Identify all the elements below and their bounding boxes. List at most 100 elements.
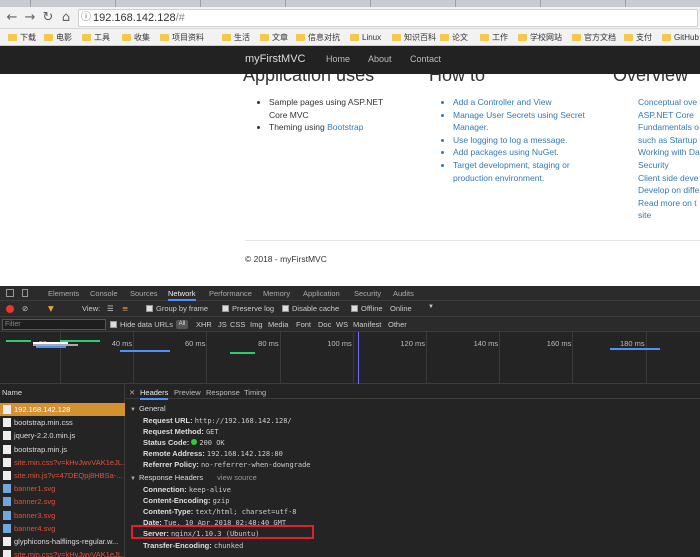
bootstrap-link[interactable]: Bootstrap — [327, 122, 363, 132]
chevron-down-icon[interactable]: ▼ — [428, 304, 434, 310]
browser-tab[interactable] — [540, 0, 541, 7]
url-input[interactable]: ⓘ 192.168.142.128/# — [78, 9, 698, 27]
group-by-frame-checkbox[interactable]: Group by frame — [146, 304, 208, 313]
tab-sources[interactable]: Sources — [130, 289, 158, 298]
browser-tab[interactable] — [30, 0, 31, 7]
list-view-icon[interactable]: ☰ — [107, 304, 114, 313]
bookmark-folder[interactable]: 项目资料 — [160, 29, 204, 45]
request-row[interactable]: banner4.svg — [0, 522, 125, 535]
record-icon[interactable] — [6, 305, 14, 313]
filter-type-other[interactable]: Other — [388, 320, 407, 329]
waterfall-icon[interactable]: ≡ — [122, 304, 128, 313]
request-row[interactable]: site.min.js?v=47DEQpj8HBSa-... — [0, 469, 125, 482]
bookmark-folder[interactable]: 下载 — [8, 29, 36, 45]
bookmark-folder[interactable]: 工作 — [480, 29, 508, 45]
back-icon[interactable]: ← — [4, 10, 20, 26]
request-row[interactable]: banner1.svg — [0, 482, 125, 495]
bookmark-folder[interactable]: 支付 — [624, 29, 652, 45]
request-row[interactable]: site.min.css?v=kHvJwvVAK1eJL... — [0, 456, 125, 469]
disable-cache-checkbox[interactable]: Disable cache — [282, 304, 339, 313]
tab-headers[interactable]: Headers — [140, 388, 169, 400]
tab-security[interactable]: Security — [354, 289, 381, 298]
request-row[interactable]: banner2.svg — [0, 495, 125, 508]
howto-link[interactable]: Add a Controller and View — [453, 96, 594, 109]
clear-icon[interactable]: ⊘ — [22, 304, 28, 313]
nav-contact[interactable]: Contact — [410, 54, 441, 64]
overview-link[interactable]: Read more on t — [638, 197, 700, 210]
bookmark-folder[interactable]: 知识百科 — [392, 29, 436, 45]
bookmark-folder[interactable]: 工具 — [82, 29, 110, 45]
filter-type-manifest[interactable]: Manifest — [353, 320, 381, 329]
offline-checkbox[interactable]: Offline — [351, 304, 383, 313]
overview-link[interactable]: Fundamentals o — [638, 121, 700, 134]
filter-type-xhr[interactable]: XHR — [196, 320, 212, 329]
browser-tab[interactable] — [455, 0, 456, 7]
general-section-toggle[interactable]: ▼ General — [130, 404, 166, 413]
filter-type-doc[interactable]: Doc — [318, 320, 331, 329]
overview-link[interactable]: site — [638, 209, 700, 222]
howto-link[interactable]: Manage User Secrets using Secret Manager… — [453, 109, 594, 134]
filter-type-css[interactable]: CSS — [230, 320, 245, 329]
overview-link[interactable]: such as Startup — [638, 134, 700, 147]
request-row[interactable]: 192.168.142.128 — [0, 403, 125, 416]
overview-link[interactable]: Develop on diffe — [638, 184, 700, 197]
request-row[interactable]: bootstrap.min.css — [0, 416, 125, 429]
info-icon[interactable]: ⓘ — [81, 10, 91, 26]
bookmark-folder[interactable]: 收集 — [122, 29, 150, 45]
all-filter-button[interactable]: All — [176, 320, 188, 329]
filter-icon[interactable]: ▼ — [48, 304, 54, 313]
bookmark-folder[interactable]: 官方文档 — [572, 29, 616, 45]
nav-home[interactable]: Home — [326, 54, 350, 64]
tab-application[interactable]: Application — [303, 289, 340, 298]
nav-about[interactable]: About — [368, 54, 392, 64]
tab-elements[interactable]: Elements — [48, 289, 79, 298]
site-brand[interactable]: myFirstMVC — [245, 53, 306, 65]
tab-network[interactable]: Network — [168, 289, 196, 301]
hide-data-urls-checkbox[interactable]: Hide data URLs — [110, 320, 173, 329]
browser-tab[interactable] — [625, 0, 626, 7]
response-headers-toggle[interactable]: ▼ Response Headers view source — [130, 473, 257, 482]
reload-icon[interactable]: ↻ — [40, 10, 56, 26]
tab-audits[interactable]: Audits — [393, 289, 414, 298]
howto-link[interactable]: Target development, staging or productio… — [453, 159, 594, 184]
request-row[interactable]: banner3.svg — [0, 509, 125, 522]
request-row[interactable]: site.min.css?v=kHvJwvVAK1eJL... — [0, 548, 125, 557]
overview-link[interactable]: Working with Da — [638, 146, 700, 159]
name-column-header[interactable]: Name — [2, 388, 22, 397]
overview-link[interactable]: ASP.NET Core — [638, 109, 700, 122]
howto-link[interactable]: Add packages using NuGet. — [453, 146, 594, 159]
bookmark-folder[interactable]: Linux — [350, 29, 381, 45]
home-icon[interactable]: ⌂ — [58, 10, 74, 26]
preserve-log-checkbox[interactable]: Preserve log — [222, 304, 274, 313]
browser-tab[interactable] — [370, 0, 371, 7]
browser-tab[interactable] — [200, 0, 201, 7]
tab-console[interactable]: Console — [90, 289, 118, 298]
bookmark-folder[interactable]: 论文 — [440, 29, 468, 45]
filter-type-img[interactable]: Img — [250, 320, 263, 329]
filter-type-media[interactable]: Media — [268, 320, 288, 329]
howto-link[interactable]: Use logging to log a message. — [453, 134, 594, 147]
bookmark-folder[interactable]: 生活 — [222, 29, 250, 45]
close-icon[interactable]: ✕ — [129, 388, 135, 397]
throttling-select[interactable]: Online — [390, 304, 412, 313]
filter-input[interactable]: Filter — [2, 319, 106, 330]
tab-memory[interactable]: Memory — [263, 289, 290, 298]
request-row[interactable]: bootstrap.min.js — [0, 443, 125, 456]
forward-icon[interactable]: → — [22, 10, 38, 26]
overview-link[interactable]: Security — [638, 159, 700, 172]
bookmark-folder[interactable]: 学校网站 — [518, 29, 562, 45]
request-row[interactable]: glyphicons-halflings-regular.w... — [0, 535, 125, 548]
inspect-icon[interactable] — [6, 289, 14, 297]
browser-tab[interactable] — [115, 0, 116, 7]
overview-link[interactable]: Conceptual ove — [638, 96, 700, 109]
filter-type-font[interactable]: Font — [296, 320, 311, 329]
browser-tab[interactable] — [285, 0, 286, 7]
tab-performance[interactable]: Performance — [209, 289, 252, 298]
filter-type-js[interactable]: JS — [218, 320, 227, 329]
overview-link[interactable]: Client side deve — [638, 172, 700, 185]
bookmark-folder[interactable]: 电影 — [44, 29, 72, 45]
view-source-link[interactable]: view source — [217, 473, 257, 482]
tab-response[interactable]: Response — [206, 388, 240, 397]
bookmark-folder[interactable]: 信息对抗 — [296, 29, 340, 45]
filter-type-ws[interactable]: WS — [336, 320, 348, 329]
